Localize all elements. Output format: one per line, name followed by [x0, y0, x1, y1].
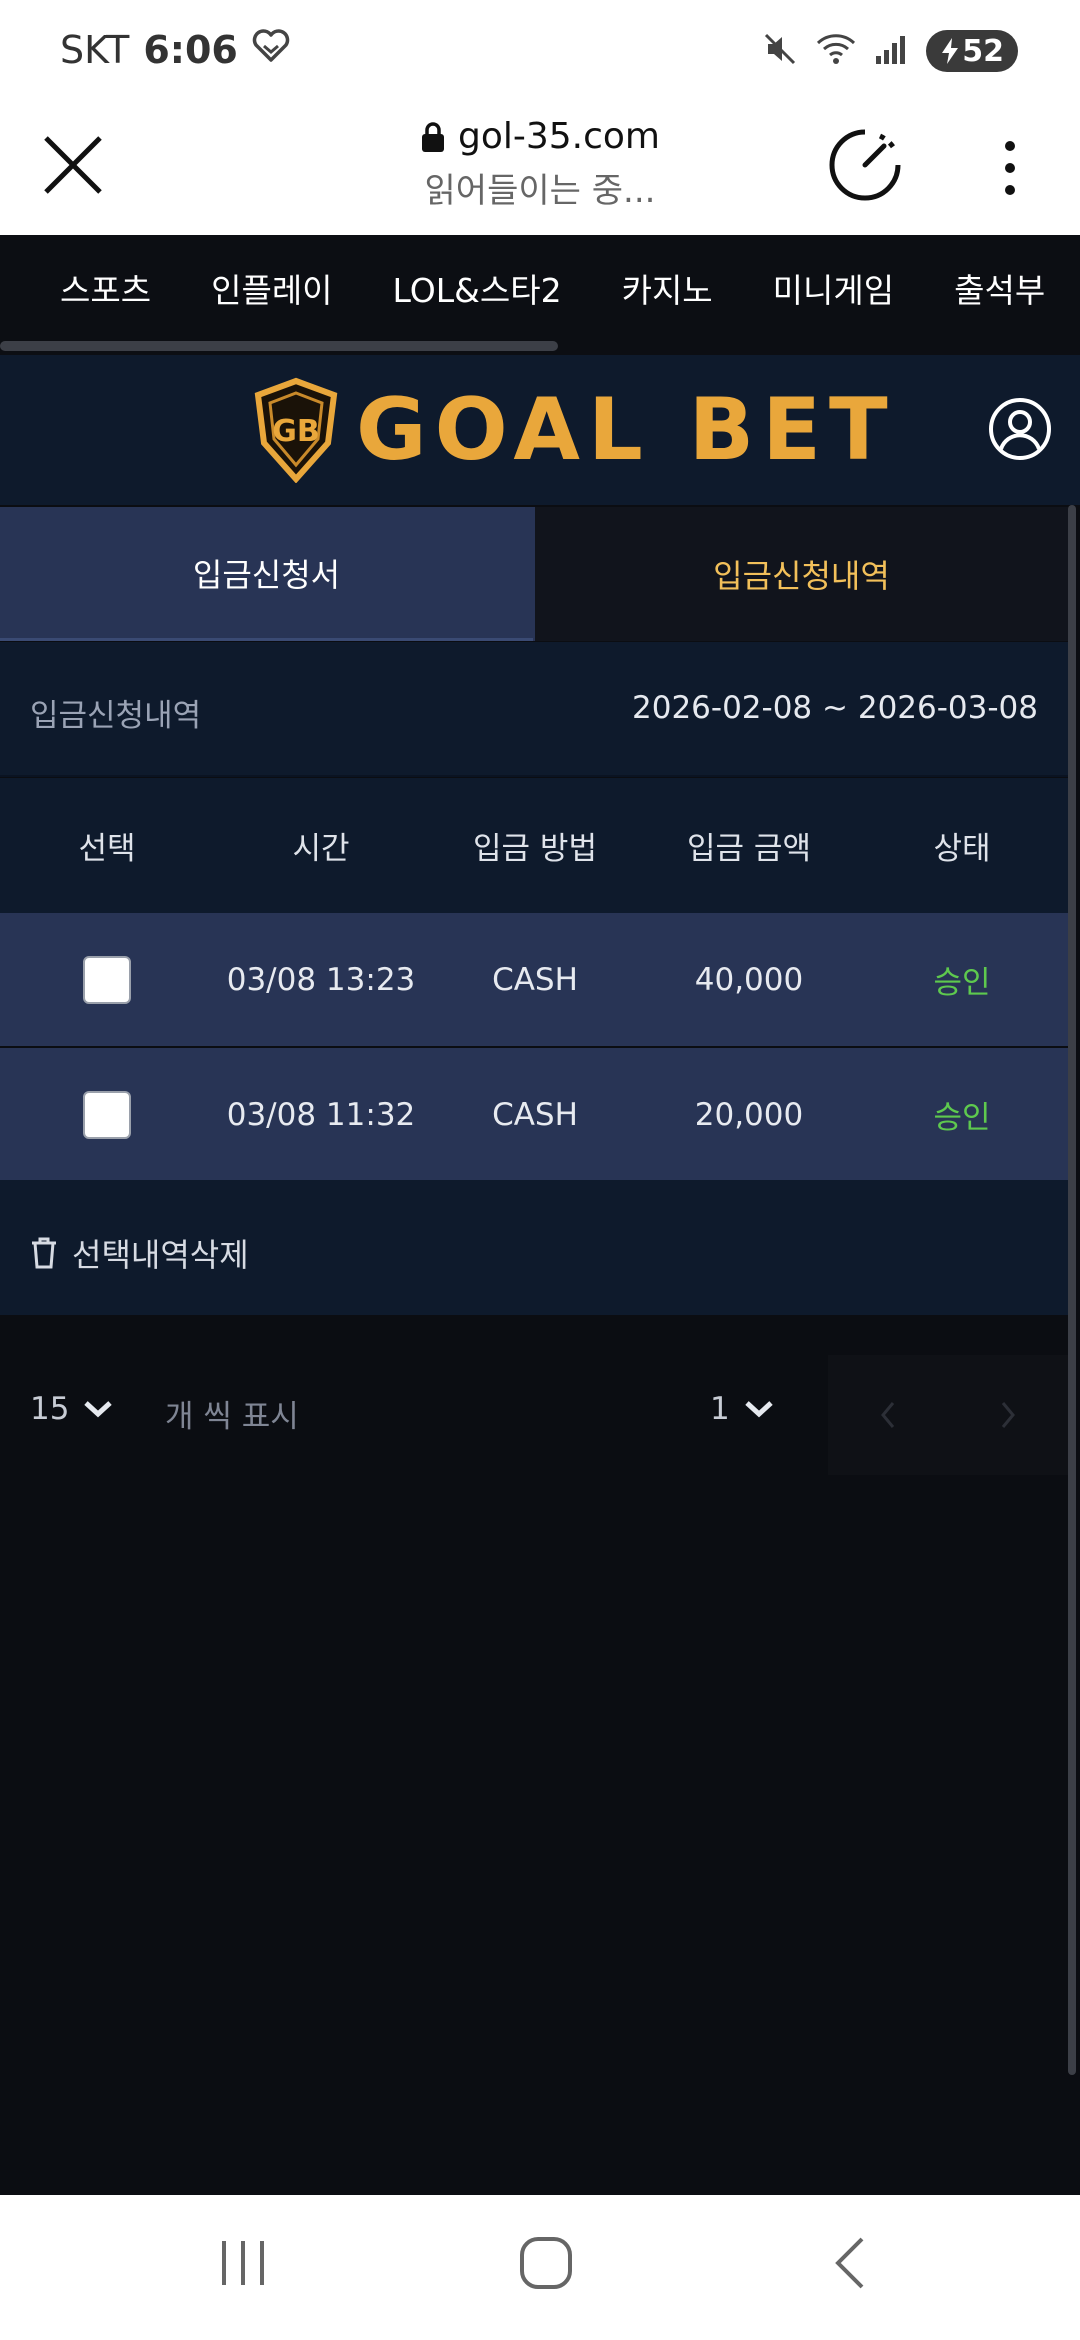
table-row: 03/08 11:32 CASH 20,000 승인 [0, 1048, 1068, 1181]
category-item[interactable]: LOL&스타2 [393, 264, 562, 312]
user-icon [989, 398, 1051, 460]
url-text: gol-35.com [457, 116, 660, 157]
chevron-right-icon [1001, 1402, 1015, 1428]
category-item[interactable]: 인플레이 [211, 264, 332, 312]
history-range-bar: 입금신청내역 2026-02-08 ~ 2026-03-08 [0, 642, 1068, 777]
page: SKT 6:06 52 gol-35.com 읽어들이는 중... 스포츠 인플… [0, 0, 1080, 2340]
user-account-button[interactable] [988, 397, 1052, 461]
delete-selected-label: 선택내역삭제 [72, 1236, 249, 1274]
row-time: 03/08 13:23 [226, 961, 416, 998]
browser-bar: gol-35.com 읽어들이는 중... [0, 110, 1080, 235]
battery-level: 52 [962, 33, 1004, 69]
home-button[interactable] [518, 2235, 574, 2295]
lock-icon [421, 121, 444, 152]
category-item[interactable]: 스포츠 [60, 264, 151, 312]
row-checkbox[interactable] [83, 1090, 131, 1139]
vertical-scrollbar[interactable] [1068, 505, 1076, 2075]
trash-icon [32, 1237, 56, 1269]
charging-icon [942, 38, 959, 64]
more-options-button[interactable] [990, 134, 1030, 204]
battery-indicator: 52 [926, 30, 1018, 72]
mute-icon [762, 31, 798, 71]
address-bar[interactable]: gol-35.com 읽어들이는 중... [0, 116, 1080, 212]
prev-page-button[interactable] [828, 1355, 948, 1475]
row-method: CASH [492, 961, 578, 998]
page-value: 1 [710, 1391, 730, 1427]
pagination: 15 개 씩 표시 1 [0, 1315, 1080, 1475]
header-amount: 입금 금액 [687, 831, 811, 867]
date-range[interactable]: 2026-02-08 ~ 2026-03-08 [632, 690, 1038, 726]
system-nav-bar [0, 2195, 1080, 2340]
category-item[interactable]: 카지노 [622, 264, 713, 312]
svg-text:GB: GB [272, 414, 320, 449]
home-icon [520, 2237, 572, 2289]
header-method: 입금 방법 [473, 831, 597, 867]
page-select[interactable]: 1 [710, 1391, 774, 1427]
history-label: 입금신청내역 [30, 698, 202, 734]
horizontal-scroll-indicator [0, 341, 558, 351]
shield-logo-icon: GB [254, 377, 338, 483]
row-amount: 40,000 [694, 961, 804, 998]
recent-apps-button[interactable] [218, 2235, 268, 2295]
row-amount: 20,000 [694, 1096, 804, 1133]
table-header: 선택 시간 입금 방법 입금 금액 상태 [0, 778, 1068, 913]
deposit-tabs: 입금신청서 입금신청내역 [0, 507, 1068, 641]
wifi-icon [816, 31, 856, 71]
category-list: 스포츠 인플레이 LOL&스타2 카지노 미니게임 출석부 [0, 235, 1080, 340]
status-left: SKT 6:06 [60, 28, 290, 72]
header-status: 상태 [933, 831, 991, 867]
row-status: 승인 [933, 1100, 991, 1136]
heart-icon [252, 28, 290, 72]
row-method: CASH [492, 1096, 578, 1133]
status-right: 52 [762, 30, 1018, 72]
chevron-down-icon [745, 1401, 773, 1418]
row-status: 승인 [933, 965, 991, 1001]
chevron-left-icon [881, 1402, 895, 1428]
timer-button[interactable] [826, 126, 904, 204]
page-nav [828, 1355, 1068, 1475]
tab-deposit-history[interactable]: 입금신청내역 [533, 507, 1068, 641]
header-select: 선택 [78, 831, 136, 867]
per-page-label: 개 씩 표시 [165, 1399, 299, 1435]
tab-deposit-form[interactable]: 입금신청서 [0, 507, 533, 641]
header-time: 시간 [292, 831, 350, 867]
chevron-down-icon [84, 1401, 113, 1418]
loading-text: 읽어들이는 중... [424, 171, 656, 211]
site-logo[interactable]: GB GOAL BET [250, 377, 896, 483]
category-item[interactable]: 미니게임 [773, 264, 894, 312]
site-header: GB GOAL BET [0, 355, 1080, 505]
back-icon [835, 2237, 864, 2289]
row-time: 03/08 11:32 [226, 1096, 416, 1133]
more-vertical-icon [1005, 141, 1015, 195]
per-page-select[interactable]: 15 [30, 1391, 113, 1427]
table-row: 03/08 13:23 CASH 40,000 승인 [0, 913, 1068, 1046]
delete-selected-button[interactable]: 선택내역삭제 [30, 1230, 249, 1276]
recent-apps-icon [222, 2241, 264, 2285]
clock: 6:06 [143, 28, 238, 72]
status-bar: SKT 6:06 52 [0, 0, 1080, 110]
action-bar: 선택내역삭제 [0, 1180, 1068, 1315]
logo-text: GOAL BET [356, 380, 896, 480]
next-page-button[interactable] [948, 1355, 1068, 1475]
back-button[interactable] [830, 2235, 870, 2295]
timer-icon [829, 129, 901, 201]
carrier: SKT [60, 28, 130, 72]
per-page-value: 15 [30, 1391, 70, 1427]
signal-icon [874, 32, 908, 70]
row-checkbox[interactable] [83, 955, 131, 1004]
category-nav: 스포츠 인플레이 LOL&스타2 카지노 미니게임 출석부 [0, 235, 1080, 355]
category-item[interactable]: 출석부 [954, 264, 1045, 312]
